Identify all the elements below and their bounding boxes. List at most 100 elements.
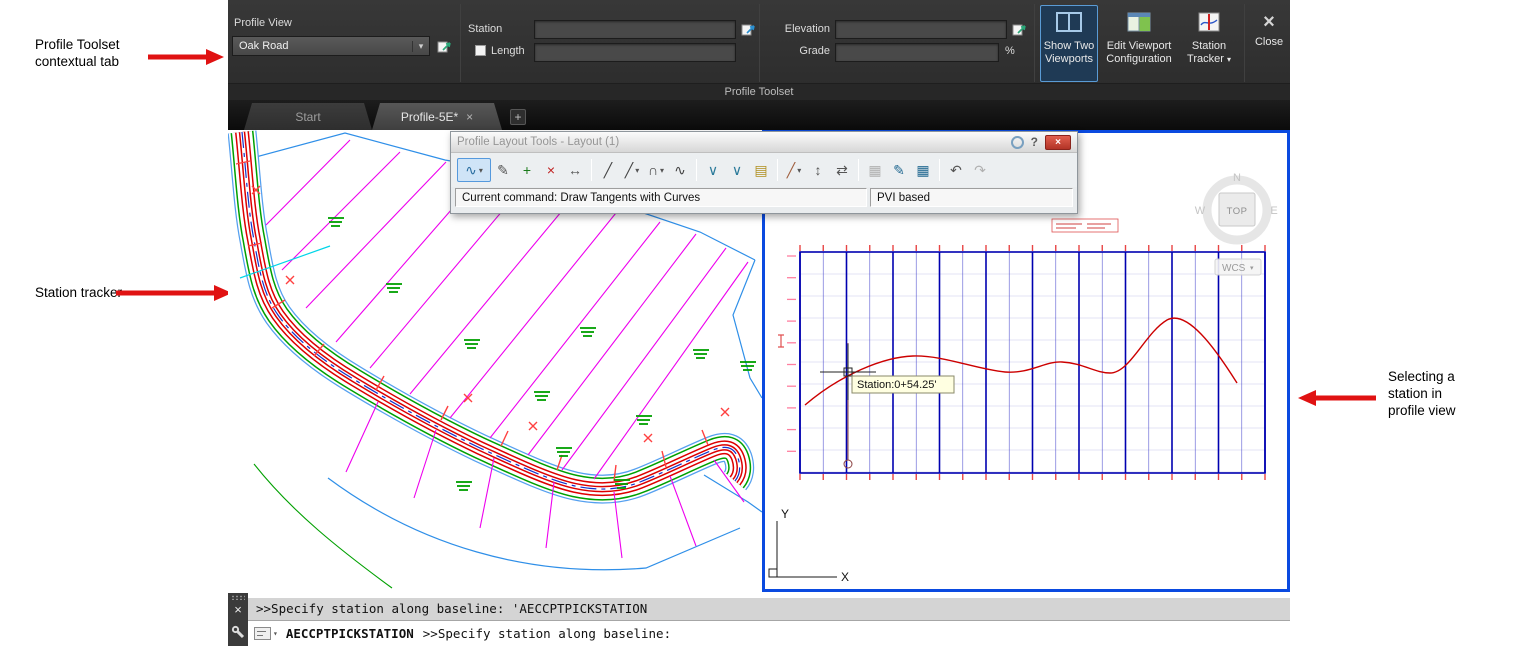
show-two-viewports-button[interactable]: Show Two Viewports [1040,5,1098,82]
draw-tangents-with-curves-icon: ∿ [465,161,477,178]
civil3d-window: Profile View Oak Road ▾ Station Length E… [228,0,1290,646]
free-vertical-curve-icon: ∨ [731,161,743,178]
two-viewports-icon [1055,11,1083,37]
fixed-tangent-two-points-tool[interactable]: ╱ [596,158,620,182]
command-history-line[interactable]: >>Specify station along baseline: 'AECCP… [228,598,1290,620]
toolbar-separator [777,159,778,181]
viewcube-top-label: TOP [1227,206,1248,217]
profile-view-label: Profile View [234,17,292,29]
palette-title-bar[interactable]: Profile Layout Tools - Layout (1) ? × [451,132,1077,153]
length-checkbox[interactable] [475,45,486,56]
annotation-arrow-right-2 [116,285,232,301]
tab-profile-5e[interactable]: Profile-5E* × [372,103,502,130]
tab-start[interactable]: Start [244,103,372,130]
profile-grid-view-icon: ▦ [868,161,882,178]
raise-lower-pvi-tool[interactable]: ↕ [806,158,830,182]
float-tangent-icon: ╱ [624,161,634,178]
palette-help-icon[interactable]: ? [1031,135,1038,149]
viewcube-north[interactable]: N [1233,172,1241,184]
profile-layout-tools-palette: Profile Layout Tools - Layout (1) ? × ∿ ▾… [450,131,1078,214]
palette-pin-icon[interactable] [1010,135,1024,149]
dropdown-arrow-icon: ▾ [797,165,802,175]
close-icon: × [1263,11,1275,33]
profile-view-dropdown[interactable]: Oak Road ▾ [232,36,430,56]
chevron-down-icon: ▾ [1250,265,1254,272]
drag-grip-icon[interactable] [231,595,245,600]
fixed-vertical-curve-tool[interactable]: ∨ [701,158,725,182]
command-prompt-line[interactable]: ▾ AECCPTPICKSTATION >>Specify station al… [228,620,1290,646]
delete-pvi-tool[interactable]: × [539,158,563,182]
ribbon-separator [1034,4,1035,82]
insert-pvis-tabular-tool[interactable]: ✎ [491,158,515,182]
panel-label-profile-toolset: Profile Toolset [228,83,1290,100]
pick-elevation-icon[interactable] [1012,22,1027,37]
viewcube-west[interactable]: W [1195,205,1206,217]
redo-tool[interactable]: ↷ [968,158,992,182]
profile-settings-table-tool[interactable]: ▦ [911,158,935,182]
drawing-tab-bar: Start Profile-5E* × + [228,100,1290,130]
free-vertical-curve-tool[interactable]: ∨ [725,158,749,182]
ribbon-separator [759,4,760,82]
undo-icon: ↶ [950,161,962,178]
pick-station-icon[interactable] [741,22,756,37]
palette-close-button[interactable]: × [1045,134,1071,150]
left-edge-marker [778,334,784,348]
select-profile-view-icon[interactable] [437,39,452,54]
customize-wrench-icon[interactable] [231,625,245,644]
wcs-control[interactable]: WCS ▾ [1214,258,1262,276]
active-command-name: AECCPTPICKSTATION [285,626,414,641]
annotation-arrow-left [1298,390,1376,406]
profile-view-value: Oak Road [239,40,289,52]
insert-pvi-icon: + [522,162,532,178]
tab-close-icon[interactable]: × [466,110,473,124]
station-tracker-label: Station Tracker ▾ [1187,40,1231,65]
raise-lower-pvi-icon: ↕ [814,162,822,178]
profile-grid-view-tool[interactable]: ▦ [863,158,887,182]
profile-layout-parameters-tool[interactable]: ✎ [887,158,911,182]
curve-from-file-tool[interactable]: ▤ [749,158,773,182]
toolbar-separator [939,159,940,181]
dropdown-arrow-icon: ▾ [660,165,665,175]
copy-profile-tool[interactable]: ⇄ [830,158,854,182]
undo-tool[interactable]: ↶ [944,158,968,182]
grade-input[interactable] [835,43,999,62]
insert-pvi-tool[interactable]: + [515,158,539,182]
palette-toolbar: ∿ ▾ ✎ + × ↔ ╱ ╱ ▾ ∩ ▾ ∿ ∨ ∨ ▤ ╱ ▾ ↕ ⇄ ▦ ✎ ▦ ↶ ↷ [451,153,1077,187]
chevron-down-icon[interactable]: ▾ [1227,55,1231,64]
edit-viewport-configuration-button[interactable]: Edit Viewport Configuration [1102,5,1176,82]
station-input[interactable] [534,20,736,39]
length-input[interactable] [534,43,736,62]
viewport-configuration-icon [1126,11,1152,37]
profile-grid-vertical [799,252,1266,473]
free-curve-best-fit-tool[interactable]: ∿ [668,158,692,182]
toolbar-separator [696,159,697,181]
elevation-ticks-left [787,255,796,452]
recent-commands-icon[interactable]: ▾ [254,627,278,640]
svg-text:Station:0+54.25': Station:0+54.25' [857,379,936,391]
percent-label: % [1005,45,1015,57]
chevron-down-icon[interactable]: ▾ [412,40,429,52]
profile-view-title-label [1051,218,1119,233]
palette-title: Profile Layout Tools - Layout (1) [457,136,620,148]
close-button[interactable]: × Close [1249,5,1289,82]
move-pvi-tool[interactable]: ↔ [563,158,587,182]
svg-text:WCS: WCS [1222,263,1246,274]
transparent-line-tool[interactable]: ╱ ▾ [782,158,806,182]
new-tab-button[interactable]: + [510,109,526,125]
viewcube[interactable]: N W E TOP [1195,172,1278,245]
elevation-input[interactable] [835,20,1007,39]
command-history-close-button[interactable]: × [228,601,248,619]
ribbon-separator [1244,4,1245,82]
draw-tangents-with-curves-tool[interactable]: ∿ ▾ [457,158,491,182]
elevation-label: Elevation [784,23,830,35]
profile-layout-parameters-icon: ✎ [893,161,905,178]
dropdown-arrow-icon: ▾ [478,165,483,175]
station-tooltip: Station:0+54.25' [851,375,955,394]
station-tracker-button[interactable]: Station Tracker ▾ [1179,5,1239,82]
fixed-curve-tool[interactable]: ∩ ▾ [644,158,668,182]
viewcube-east[interactable]: E [1270,205,1277,217]
tab-profile-5e-label: Profile-5E* [400,109,459,124]
float-tangent-tool[interactable]: ╱ ▾ [620,158,644,182]
fixed-vertical-curve-icon: ∨ [707,161,719,178]
fixed-curve-icon: ∩ [647,162,659,178]
